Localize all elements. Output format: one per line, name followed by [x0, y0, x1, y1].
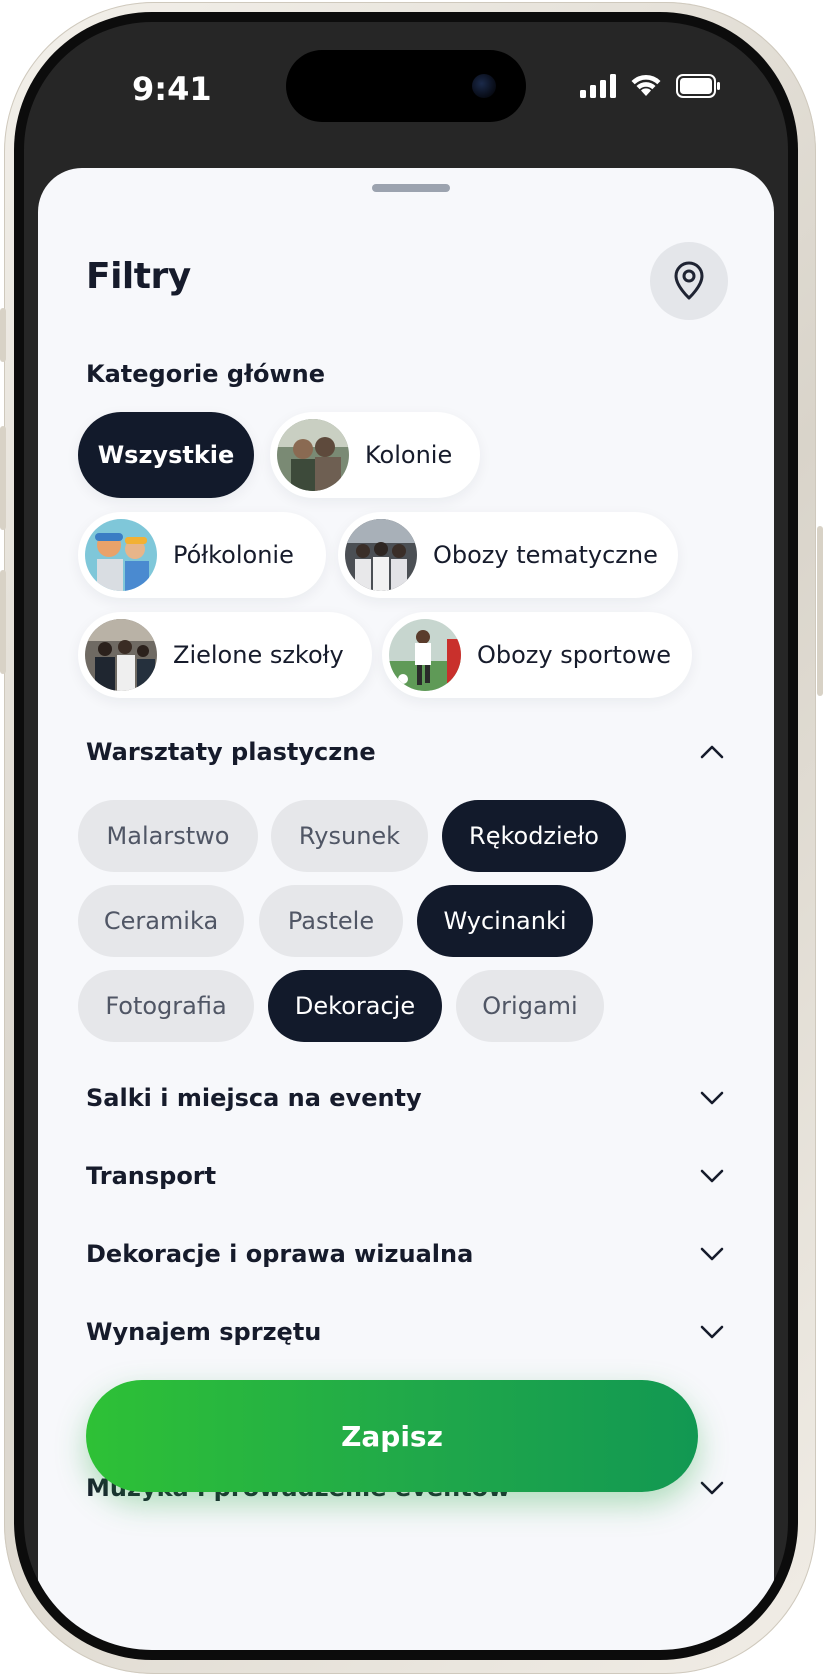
category-chip-label: Wszystkie: [97, 441, 235, 469]
option-chip-label: Pastele: [287, 907, 375, 935]
power-button: [817, 526, 823, 696]
option-chip-origami[interactable]: Origami: [456, 970, 604, 1042]
chevron-down-icon: [700, 1325, 724, 1339]
filters-sheet: Filtry Kategorie główne Wszystkie Koloni…: [38, 168, 774, 1650]
option-chip-label: Rękodzieło: [469, 822, 599, 850]
category-chip-label: Zielone szkoły: [173, 641, 344, 669]
home-indicator: [323, 1644, 519, 1650]
option-chip-pastele[interactable]: Pastele: [259, 885, 403, 957]
wifi-icon: [631, 74, 661, 96]
accordion-label: Transport: [86, 1162, 217, 1190]
option-chip-label: Origami: [482, 992, 578, 1020]
category-chip-zielone-szkoly[interactable]: Zielone szkoły: [78, 612, 372, 698]
option-chip-rysunek[interactable]: Rysunek: [271, 800, 428, 872]
category-chip-polkolonie[interactable]: Półkolonie: [78, 512, 326, 598]
accordion-label: Warsztaty plastyczne: [86, 738, 376, 766]
action-button: [0, 308, 6, 362]
category-photo: [85, 519, 157, 591]
category-photo: [345, 519, 417, 591]
option-chip-ceramika[interactable]: Ceramika: [78, 885, 244, 957]
option-chip-label: Fotografia: [105, 992, 227, 1020]
chevron-down-icon: [700, 1481, 724, 1495]
page-title: Filtry: [86, 256, 191, 297]
category-photo: [85, 619, 157, 691]
accordion-dekoracje-oprawa[interactable]: Dekoracje i oprawa wizualna: [86, 1234, 726, 1274]
category-chip-label: Półkolonie: [173, 541, 294, 569]
cellular-signal-icon: [580, 74, 616, 98]
category-chip-label: Obozy tematyczne: [433, 541, 658, 569]
accordion-warsztaty-plastyczne[interactable]: Warsztaty plastyczne: [86, 732, 726, 772]
chevron-up-icon: [700, 745, 724, 759]
front-camera-icon: [472, 74, 496, 98]
screen: 9:41 Filtry Kategorie główne Wszystkie K…: [24, 22, 788, 1650]
option-chip-label: Ceramika: [103, 907, 219, 935]
volume-up-button: [0, 426, 6, 530]
accordion-wynajem-sprzetu[interactable]: Wynajem sprzętu: [86, 1312, 726, 1352]
volume-down-button: [0, 570, 6, 674]
save-button-label: Zapisz: [341, 1419, 443, 1453]
category-chip-all[interactable]: Wszystkie: [78, 412, 254, 498]
chevron-down-icon: [700, 1247, 724, 1261]
dynamic-island: [286, 50, 526, 122]
option-chip-label: Rysunek: [298, 822, 401, 850]
option-chip-label: Malarstwo: [106, 822, 230, 850]
map-pin-icon: [674, 261, 704, 300]
main-categories-label: Kategorie główne: [86, 360, 326, 388]
option-chip-rekodzielo[interactable]: Rękodzieło: [442, 800, 626, 872]
chevron-down-icon: [700, 1169, 724, 1183]
category-chip-obozy-tematyczne[interactable]: Obozy tematyczne: [338, 512, 678, 598]
category-chip-label: Obozy sportowe: [477, 641, 672, 669]
battery-icon: [676, 74, 720, 98]
accordion-label: Wynajem sprzętu: [86, 1318, 322, 1346]
option-chip-dekoracje[interactable]: Dekoracje: [268, 970, 442, 1042]
category-chip-label: Kolonie: [365, 441, 453, 469]
save-button[interactable]: Zapisz: [86, 1380, 698, 1492]
accordion-salki[interactable]: Salki i miejsca na eventy: [86, 1078, 726, 1118]
option-chip-label: Wycinanki: [443, 907, 567, 935]
accordion-label: Dekoracje i oprawa wizualna: [86, 1240, 474, 1268]
category-chip-kolonie[interactable]: Kolonie: [270, 412, 480, 498]
option-chip-label: Dekoracje: [294, 992, 416, 1020]
category-photo: [389, 619, 461, 691]
status-icons: [580, 74, 722, 98]
chevron-down-icon: [700, 1091, 724, 1105]
category-photo: [277, 419, 349, 491]
sheet-grabber[interactable]: [372, 184, 450, 192]
accordion-transport[interactable]: Transport: [86, 1156, 726, 1196]
status-time: 9:41: [132, 70, 212, 108]
option-chip-wycinanki[interactable]: Wycinanki: [417, 885, 593, 957]
option-chip-malarstwo[interactable]: Malarstwo: [78, 800, 258, 872]
accordion-label: Salki i miejsca na eventy: [86, 1084, 422, 1112]
category-chip-obozy-sportowe[interactable]: Obozy sportowe: [382, 612, 692, 698]
location-button[interactable]: [650, 242, 728, 320]
option-chip-fotografia[interactable]: Fotografia: [78, 970, 254, 1042]
